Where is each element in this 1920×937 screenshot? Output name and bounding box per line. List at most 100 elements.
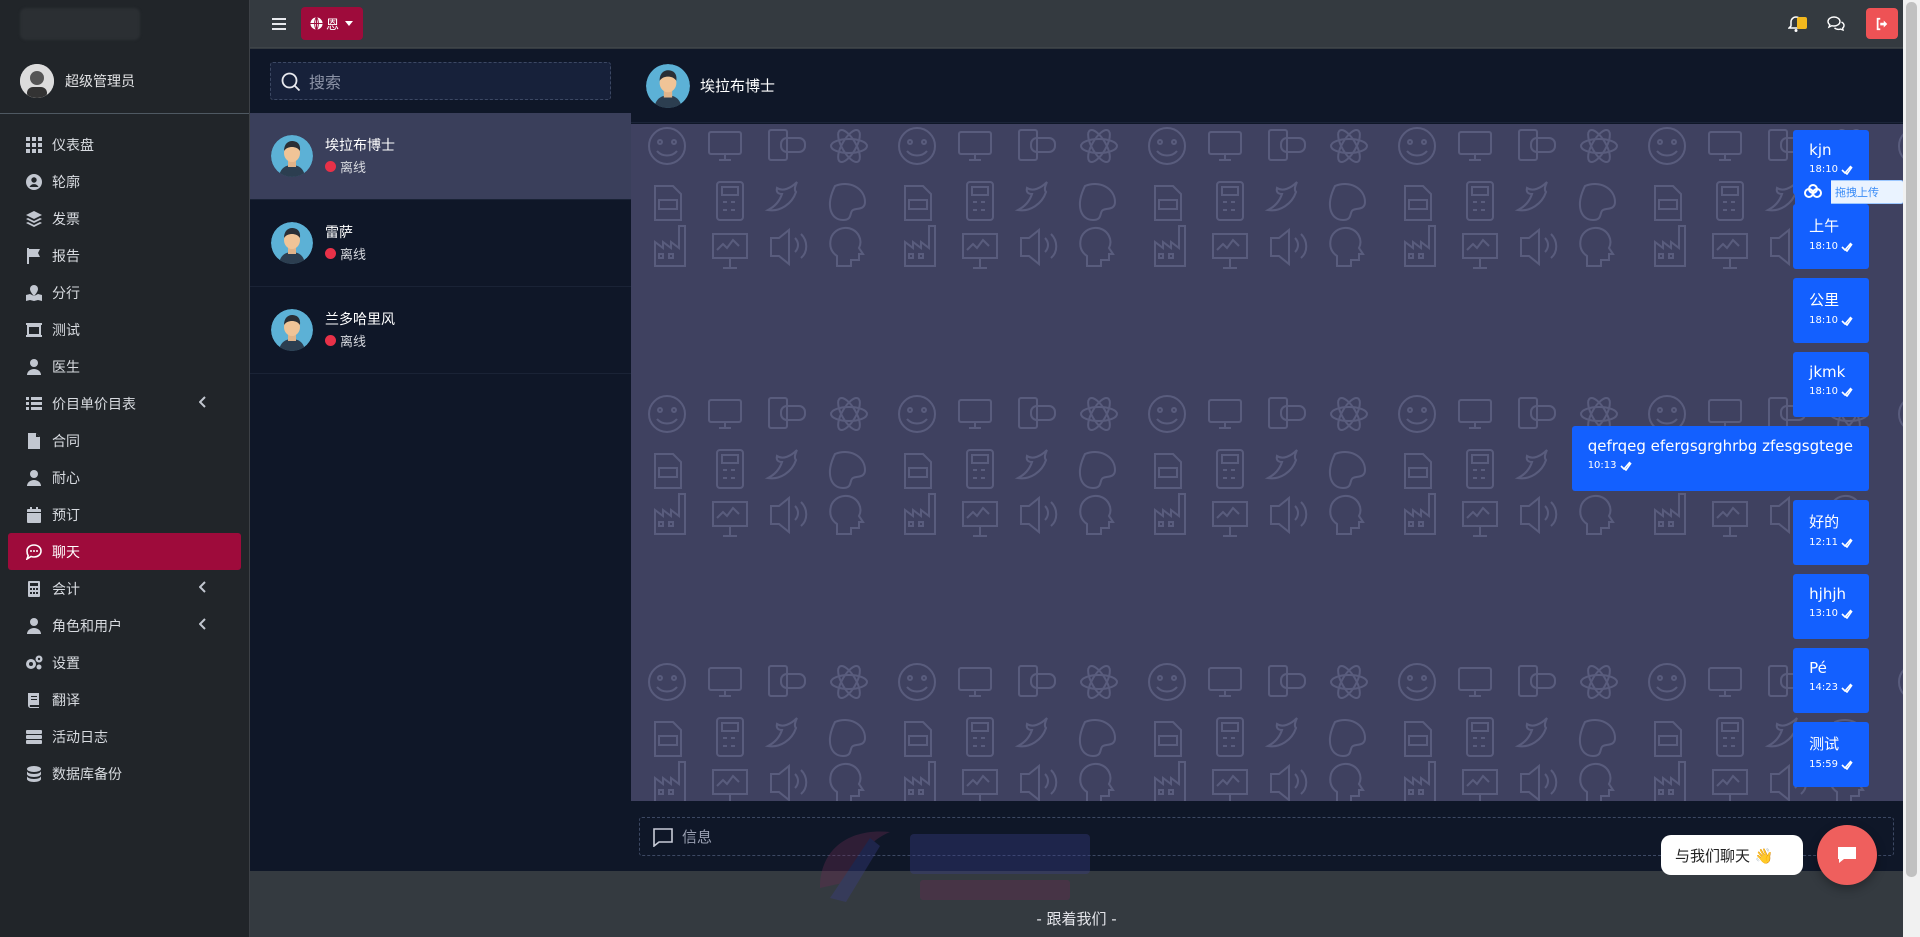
patient-icon (24, 468, 44, 488)
chevron-left-icon (198, 618, 207, 630)
grid-icon (24, 135, 44, 155)
sign-out-icon (1876, 17, 1888, 30)
chat-contact-name: 埃拉布博士 (700, 76, 776, 95)
comments-icon (1827, 16, 1845, 32)
test-icon (24, 320, 44, 340)
sidebar-item-invoices[interactable]: 发票 (8, 200, 241, 237)
notifications-button[interactable] (1784, 12, 1808, 36)
cogs-icon (24, 653, 44, 673)
chat-panel: 埃拉布博士 kjn 18:10 上午 18:10 公里 18:10 jkmk 1… (631, 49, 1903, 871)
sidebar-nav: 仪表盘 轮廓 发票 报告 分行 测试 医生 价目单价目表 合同 耐心 预订 聊天… (0, 114, 249, 792)
users-icon (24, 616, 44, 636)
contact-status: 离线 (325, 244, 366, 263)
file-icon (24, 431, 44, 451)
contact-item[interactable]: 雷萨 离线 (250, 200, 631, 287)
sidebar-item-dashboard[interactable]: 仪表盘 (8, 126, 241, 163)
sidebar-item-reports[interactable]: 报告 (8, 237, 241, 274)
offline-dot (325, 334, 336, 346)
user-panel[interactable]: 超级管理员 (0, 48, 249, 114)
contacts-panel: 搜索 埃拉布博士 离线 雷萨 离线 兰多哈里风 离线 (250, 49, 631, 871)
sidebar-item-bookings[interactable]: 预订 (8, 496, 241, 533)
language-label: 恩 (326, 18, 340, 33)
chat-contact-avatar (646, 63, 690, 108)
logout-button[interactable] (1866, 8, 1898, 39)
layers-icon (24, 209, 44, 229)
offline-dot (325, 247, 336, 259)
search-icon (281, 72, 301, 91)
sidebar-item-settings[interactable]: 设置 (8, 644, 241, 681)
message-bubble[interactable]: qefrqeg efergsgrghrbg zfesgsgtege 10:13 (1571, 426, 1869, 491)
message-bubble[interactable]: 好的 12:11 (1793, 500, 1869, 565)
sidebar-item-branches[interactable]: 分行 (8, 274, 241, 311)
sidebar-item-roles-users[interactable]: 角色和用户 (8, 607, 241, 644)
page-scrollbar[interactable] (1903, 0, 1920, 937)
top-navbar: 恩 (250, 0, 1920, 48)
sidebar-item-patients[interactable]: 耐心 (8, 459, 241, 496)
user-circle-icon (24, 172, 44, 192)
hamburger-menu-icon[interactable] (272, 14, 290, 34)
message-bubble[interactable]: jkmk 18:10 (1793, 352, 1869, 417)
offline-dot (325, 160, 336, 172)
double-check-icon (1841, 682, 1853, 693)
chat-header: 埃拉布博士 (631, 49, 1903, 123)
sidebar-item-database-backup[interactable]: 数据库备份 (8, 755, 241, 792)
contact-item[interactable]: 兰多哈里风 离线 (250, 287, 631, 374)
doctor-icon (24, 357, 44, 377)
server-icon (24, 727, 44, 747)
user-name: 超级管理员 (65, 73, 135, 90)
double-check-icon (1841, 386, 1853, 397)
double-check-icon (1841, 241, 1853, 252)
sidebar-item-contracts[interactable]: 合同 (8, 422, 241, 459)
message-placeholder: 信息 (682, 828, 713, 846)
drag-upload-label: 拖拽上传 (1835, 186, 1879, 199)
livechat-button[interactable] (1817, 825, 1877, 885)
contact-item[interactable]: 埃拉布博士 离线 (250, 113, 631, 200)
contact-search[interactable]: 搜索 (270, 62, 611, 100)
livechat-tooltip[interactable]: 与我们聊天 👋 (1661, 835, 1803, 875)
contact-name: 兰多哈里风 (325, 311, 395, 328)
list-icon (24, 394, 44, 414)
language-dropdown[interactable]: 恩 (301, 7, 363, 40)
double-check-icon (1841, 537, 1853, 548)
chat-icon (24, 542, 44, 562)
search-input[interactable]: 搜索 (309, 69, 341, 93)
contact-name: 埃拉布博士 (325, 137, 395, 154)
chat-bubble-icon (1838, 847, 1856, 863)
notification-badge (1797, 17, 1807, 29)
calculator-icon (24, 579, 44, 599)
contact-name: 雷萨 (325, 224, 353, 241)
sidebar-item-profile[interactable]: 轮廓 (8, 163, 241, 200)
comment-icon (653, 827, 673, 847)
message-bubble[interactable]: Pé 14:23 (1793, 648, 1869, 713)
contact-avatar (271, 222, 313, 264)
double-check-icon (1841, 608, 1853, 619)
flag-icon (24, 246, 44, 266)
database-icon (24, 764, 44, 784)
user-avatar (20, 63, 54, 98)
contact-avatar (271, 135, 313, 177)
sidebar-item-activity-log[interactable]: 活动日志 (8, 718, 241, 755)
contact-avatar (271, 309, 313, 351)
messages-area[interactable]: kjn 18:10 上午 18:10 公里 18:10 jkmk 18:10 qefrq… (631, 124, 1903, 801)
footer-follow-us: - 跟着我们 - (1036, 910, 1117, 928)
sidebar-item-translations[interactable]: 翻译 (8, 681, 241, 718)
sidebar-item-price-list[interactable]: 价目单价目表 (8, 385, 241, 422)
contact-status: 离线 (325, 157, 395, 176)
message-bubble[interactable]: 测试 15:59 (1793, 722, 1869, 787)
scrollbar-thumb[interactable] (1906, 2, 1917, 877)
message-bubble[interactable]: hjhjh 13:10 (1793, 574, 1869, 639)
contact-status: 离线 (325, 331, 395, 350)
contact-list: 埃拉布博士 离线 雷萨 离线 兰多哈里风 离线 (250, 113, 631, 374)
sidebar: 超级管理员 仪表盘 轮廓 发票 报告 分行 测试 医生 价目单价目表 合同 耐心… (0, 0, 250, 937)
sidebar-item-doctors[interactable]: 医生 (8, 348, 241, 385)
cloud-upload-icon (1795, 178, 1831, 206)
sidebar-item-tests[interactable]: 测试 (8, 311, 241, 348)
sidebar-item-chat[interactable]: 聊天 (8, 533, 241, 570)
brand-logo[interactable] (0, 0, 249, 48)
sidebar-item-accounting[interactable]: 会计 (8, 570, 241, 607)
chevron-left-icon (198, 581, 207, 593)
messages-button[interactable] (1824, 12, 1848, 36)
message-bubble[interactable]: 公里 18:10 (1793, 278, 1869, 343)
message-bubble[interactable]: 上午 18:10 (1793, 204, 1869, 269)
drag-upload-button[interactable]: 拖拽上传 (1795, 178, 1904, 206)
